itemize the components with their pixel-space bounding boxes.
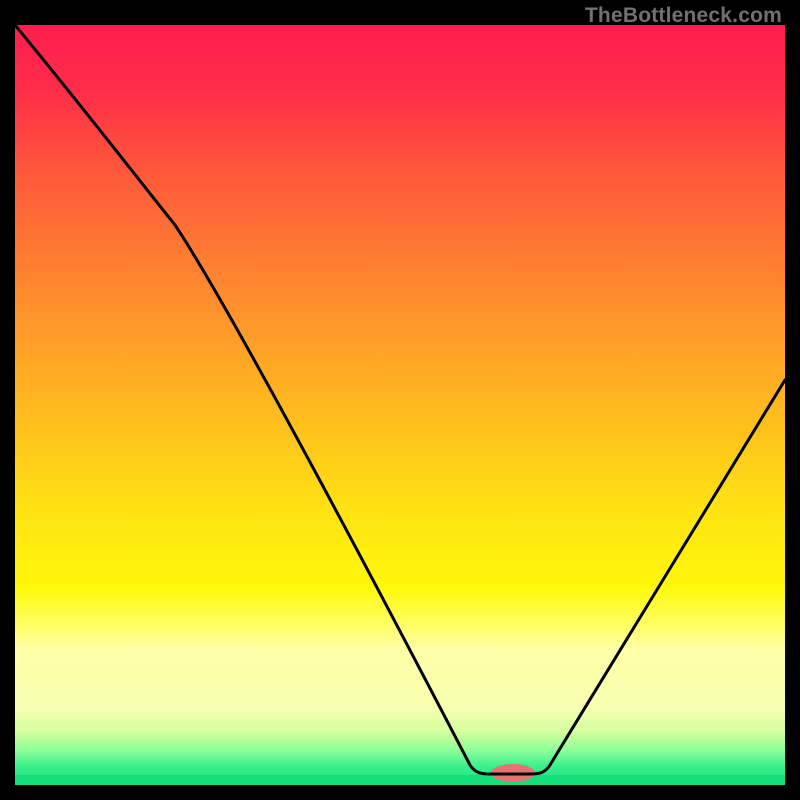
bottleneck-chart-svg: [15, 25, 785, 785]
chart-background-gradient: [15, 25, 785, 785]
chart-frame: [15, 25, 785, 785]
chart-baseline-band: [15, 775, 785, 785]
